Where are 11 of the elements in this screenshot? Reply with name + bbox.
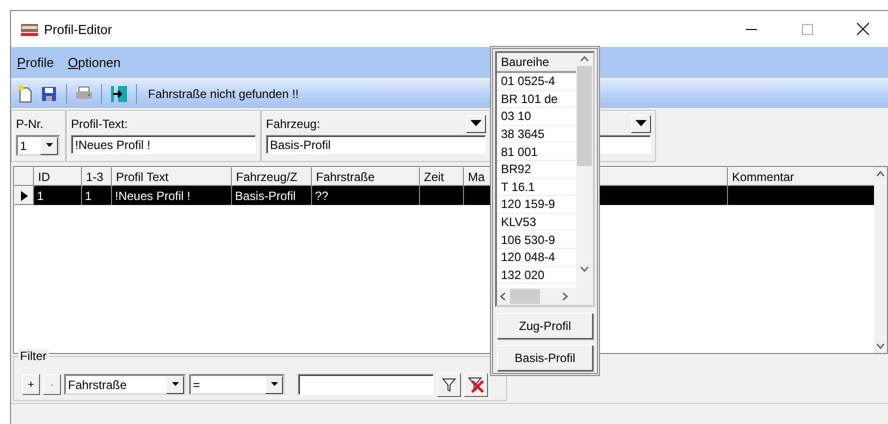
table-cell: ?? [315, 188, 328, 202]
window-title: Profil-Editor [44, 22, 113, 36]
p-nr-label: P-Nr. [16, 116, 44, 132]
table-cell: 1 [37, 188, 44, 202]
table-cell: !Neues Profil ! [115, 188, 190, 202]
fahrzeug-label: Fahrzeug: [266, 116, 320, 130]
status-message: Fahrstraße nicht gefunden !! [148, 87, 299, 101]
filter-label: Filter [18, 349, 49, 363]
table-cell: 1 [85, 188, 92, 202]
profil-text-label: Profil-Text: [71, 116, 128, 130]
table-cell: Basis-Profil [235, 188, 296, 202]
